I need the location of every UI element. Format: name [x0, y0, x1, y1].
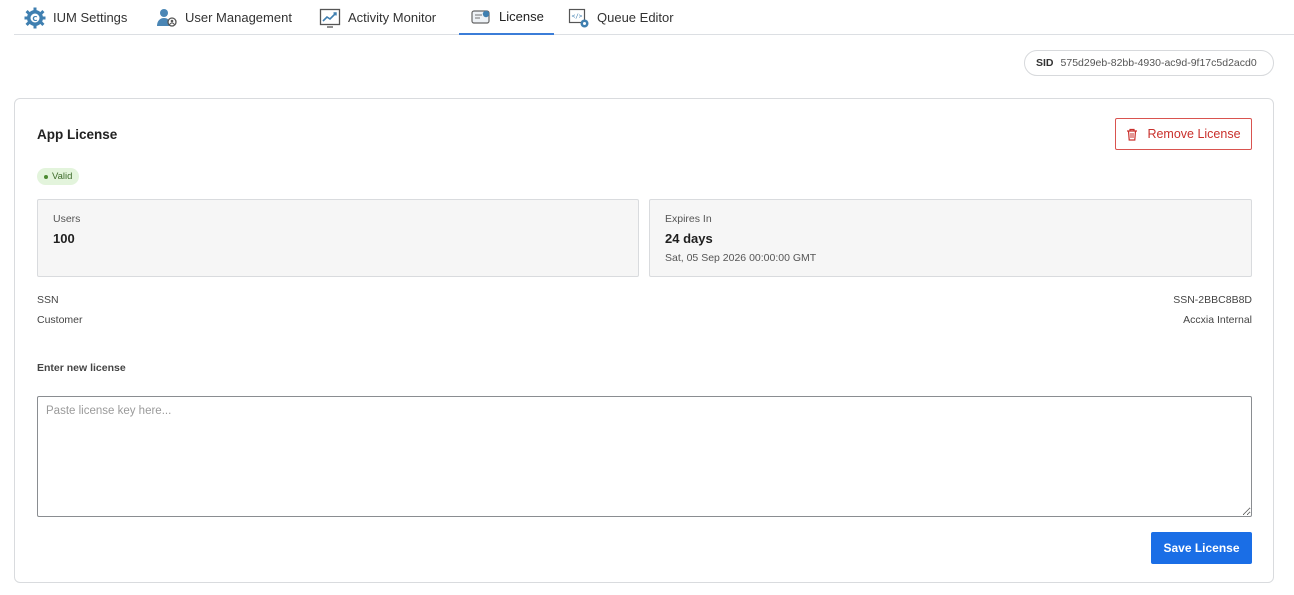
tab-label: User Management [185, 10, 292, 25]
remove-license-label: Remove License [1147, 127, 1241, 141]
tab-license[interactable]: License [459, 0, 554, 35]
sid-key: SID [1036, 57, 1054, 69]
save-license-button[interactable]: Save License [1151, 532, 1252, 564]
card-title: App License [37, 127, 118, 142]
users-stat: Users 100 [37, 199, 639, 277]
license-card: App License Remove License Valid Users 1… [14, 98, 1274, 583]
status-dot-icon [44, 174, 48, 179]
ssn-row: SSN SSN-2BBC8B8D [37, 294, 1252, 306]
tab-queue-editor[interactable]: </> Queue Editor [568, 0, 674, 35]
tab-activity-monitor[interactable]: Activity Monitor [319, 0, 436, 35]
ssn-label: SSN [37, 294, 59, 306]
chart-icon [319, 7, 341, 29]
new-license-label: Enter new license [37, 362, 126, 374]
ssn-value: SSN-2BBC8B8D [1173, 294, 1252, 306]
license-key-input[interactable] [37, 396, 1252, 517]
customer-label: Customer [37, 314, 83, 326]
tab-user-management[interactable]: User Management [156, 0, 292, 35]
tab-label: License [499, 9, 544, 24]
svg-text:C: C [32, 15, 37, 23]
expires-label: Expires In [665, 213, 712, 225]
tab-bar: C IUM Settings User Management Activity … [14, 0, 1294, 35]
customer-value: Accxia Internal [1183, 314, 1252, 326]
tab-label: Queue Editor [597, 10, 674, 25]
sid-badge: SID 575d29eb-82bb-4930-ac9d-9f17c5d2acd0 [1024, 50, 1274, 76]
tab-ium-settings[interactable]: C IUM Settings [24, 0, 127, 35]
users-icon [156, 7, 178, 29]
tab-label: Activity Monitor [348, 10, 437, 25]
expires-stat: Expires In 24 days Sat, 05 Sep 2026 00:0… [649, 199, 1252, 277]
customer-row: Customer Accxia Internal [37, 314, 1252, 326]
users-value: 100 [53, 231, 75, 246]
trash-icon [1127, 128, 1138, 141]
status-badge: Valid [37, 168, 80, 185]
remove-license-button[interactable]: Remove License [1115, 118, 1252, 150]
expires-value: 24 days [665, 231, 713, 246]
queue-editor-icon: </> [568, 7, 590, 29]
sid-value: 575d29eb-82bb-4930-ac9d-9f17c5d2acd0 [1060, 57, 1257, 69]
users-label: Users [53, 213, 81, 225]
svg-text:</>: </> [572, 13, 583, 20]
gear-icon: C [24, 7, 46, 29]
license-icon [470, 6, 492, 28]
tab-label: IUM Settings [53, 10, 128, 25]
status-text: Valid [52, 171, 73, 182]
expires-date: Sat, 05 Sep 2026 00:00:00 GMT [665, 252, 817, 264]
